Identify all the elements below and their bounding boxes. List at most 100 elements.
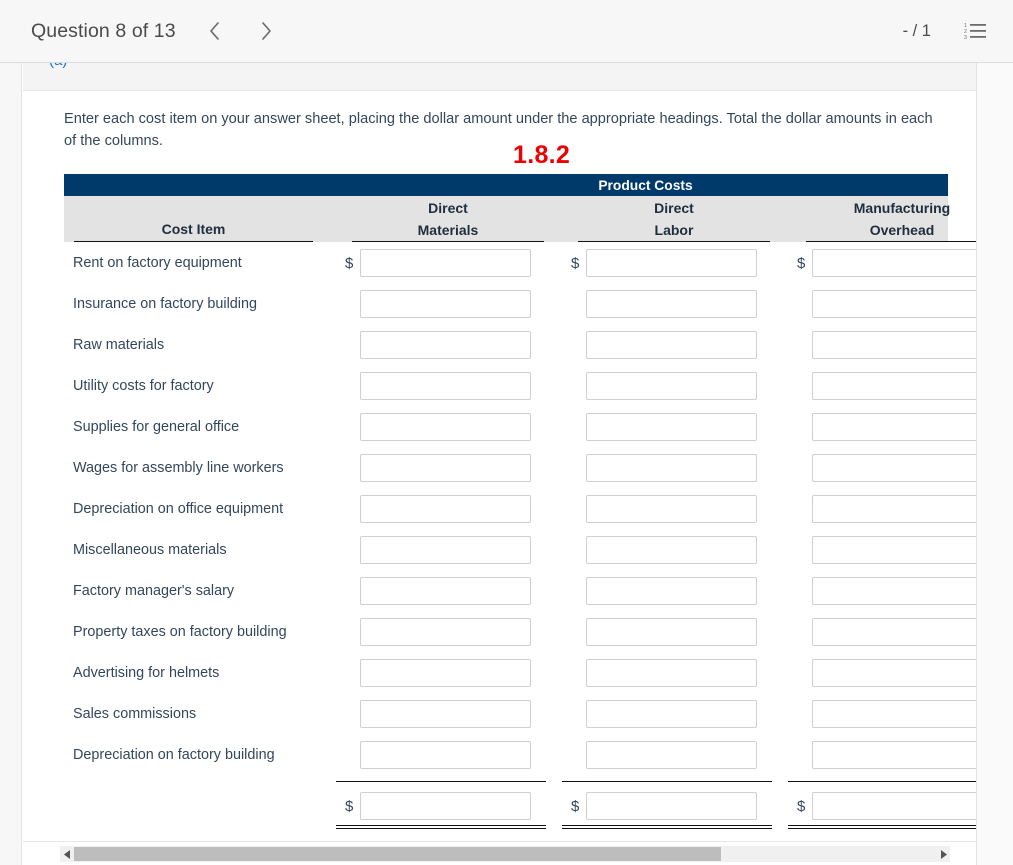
column-header-direct-materials-line1: Direct: [428, 200, 468, 216]
amount-input-manufacturing-overhead[interactable]: [812, 413, 976, 441]
svg-text:3: 3: [964, 35, 967, 41]
total-cell-direct-materials: $: [345, 792, 531, 820]
cell-direct-labor: $: [571, 495, 757, 523]
amount-input-manufacturing-overhead[interactable]: [812, 700, 976, 728]
table-row: Miscellaneous materials $ $ $: [64, 533, 976, 574]
amount-input-manufacturing-overhead[interactable]: [812, 577, 976, 605]
table-row: Factory manager's salary $ $ $: [64, 574, 976, 615]
amount-input-direct-labor[interactable]: [586, 741, 757, 769]
score-display: - / 1: [902, 21, 931, 40]
dollar-sign: $: [571, 254, 580, 272]
product-costs-banner: Product Costs: [64, 174, 948, 196]
amount-input-direct-materials[interactable]: [360, 741, 531, 769]
red-annotation-overlay: 1.8.2: [513, 141, 571, 169]
cell-direct-labor: $: [571, 618, 757, 646]
cell-direct-labor: $: [571, 536, 757, 564]
chevron-right-icon: [260, 21, 273, 41]
horizontal-scrollbar[interactable]: [60, 846, 950, 862]
amount-input-manufacturing-overhead[interactable]: [812, 331, 976, 359]
amount-input-direct-materials[interactable]: [360, 577, 531, 605]
amount-input-direct-materials[interactable]: [360, 249, 531, 277]
total-input-direct-materials[interactable]: [360, 792, 531, 820]
total-input-manufacturing-overhead[interactable]: [812, 792, 976, 820]
amount-input-direct-labor[interactable]: [586, 618, 757, 646]
table-body: Rent on factory equipment $ $ $ Insurance on…: [64, 242, 976, 779]
cell-manufacturing-overhead: $: [797, 495, 976, 523]
cell-manufacturing-overhead: $: [797, 577, 976, 605]
column-header-manufacturing-overhead-line2: Overhead: [869, 222, 935, 238]
scrollbar-thumb[interactable]: [74, 847, 721, 861]
amount-input-direct-labor[interactable]: [586, 659, 757, 687]
total-input-direct-labor[interactable]: [586, 792, 757, 820]
cell-direct-labor: $: [571, 413, 757, 441]
amount-input-direct-materials[interactable]: [360, 413, 531, 441]
amount-input-manufacturing-overhead[interactable]: [812, 249, 976, 277]
amount-input-manufacturing-overhead[interactable]: [812, 372, 976, 400]
amount-input-direct-labor[interactable]: [586, 577, 757, 605]
amount-input-direct-labor[interactable]: [586, 331, 757, 359]
amount-input-direct-materials[interactable]: [360, 454, 531, 482]
amount-input-direct-labor[interactable]: [586, 413, 757, 441]
cell-manufacturing-overhead: $: [797, 331, 976, 359]
cell-direct-materials: $: [345, 454, 531, 482]
amount-input-direct-materials[interactable]: [360, 372, 531, 400]
amount-input-manufacturing-overhead[interactable]: [812, 741, 976, 769]
amount-input-direct-materials[interactable]: [360, 290, 531, 318]
cell-direct-materials: $: [345, 659, 531, 687]
amount-input-direct-materials[interactable]: [360, 659, 531, 687]
prev-question-button[interactable]: [198, 14, 232, 48]
amount-input-direct-labor[interactable]: [586, 290, 757, 318]
amount-input-manufacturing-overhead[interactable]: [812, 659, 976, 687]
question-panel: Enter each cost item on your answer shee…: [23, 91, 976, 841]
cell-direct-labor: $: [571, 577, 757, 605]
cell-manufacturing-overhead: $: [797, 454, 976, 482]
amount-input-direct-labor[interactable]: [586, 495, 757, 523]
cell-direct-materials: $: [345, 331, 531, 359]
amount-input-manufacturing-overhead[interactable]: [812, 536, 976, 564]
amount-input-direct-materials[interactable]: [360, 495, 531, 523]
amount-input-direct-materials[interactable]: [360, 331, 531, 359]
table-row: Rent on factory equipment $ $ $: [64, 246, 976, 287]
cell-direct-materials: $: [345, 372, 531, 400]
amount-input-direct-labor[interactable]: [586, 536, 757, 564]
cell-direct-materials: $: [345, 618, 531, 646]
amount-input-manufacturing-overhead[interactable]: [812, 618, 976, 646]
amount-input-manufacturing-overhead[interactable]: [812, 290, 976, 318]
cell-manufacturing-overhead: $: [797, 290, 976, 318]
dollar-sign: $: [797, 254, 806, 272]
cost-item-label: Utility costs for factory: [73, 378, 214, 394]
amount-input-direct-labor[interactable]: [586, 372, 757, 400]
column-header-cost-item: Cost Item: [74, 218, 313, 242]
numbered-list-icon[interactable]: 1 2 3: [964, 20, 986, 42]
amount-input-manufacturing-overhead[interactable]: [812, 495, 976, 523]
panel-bottom-divider: [23, 841, 976, 842]
amount-input-direct-materials[interactable]: [360, 700, 531, 728]
cell-direct-materials: $: [345, 495, 531, 523]
amount-input-manufacturing-overhead[interactable]: [812, 454, 976, 482]
scroll-right-arrow-icon[interactable]: [936, 846, 950, 862]
amount-input-direct-labor[interactable]: [586, 249, 757, 277]
cell-direct-labor: $: [571, 659, 757, 687]
cost-item-label: Depreciation on factory building: [73, 747, 275, 763]
table-row: Property taxes on factory building $ $ $: [64, 615, 976, 656]
right-gutter: [976, 63, 1013, 865]
cell-direct-labor: $: [571, 372, 757, 400]
total-rule-manufacturing-overhead: [788, 781, 976, 782]
amount-input-direct-materials[interactable]: [360, 536, 531, 564]
next-question-button[interactable]: [250, 14, 284, 48]
scroll-left-arrow-icon[interactable]: [60, 846, 74, 862]
amount-input-direct-labor[interactable]: [586, 700, 757, 728]
cost-item-label: Rent on factory equipment: [73, 255, 242, 271]
column-header-direct-materials-line2: Materials: [417, 222, 479, 238]
table-row: Wages for assembly line workers $ $ $: [64, 451, 976, 492]
product-costs-label: Product Costs: [598, 177, 693, 193]
cell-direct-labor: $: [571, 290, 757, 318]
chevron-left-icon: [208, 21, 221, 41]
amount-input-direct-labor[interactable]: [586, 454, 757, 482]
amount-input-direct-materials[interactable]: [360, 618, 531, 646]
total-double-rule-direct-labor: [562, 825, 772, 829]
table-row: Raw materials $ $ $: [64, 328, 976, 369]
column-header-direct-labor-line1: Direct: [654, 200, 694, 216]
table-row: Depreciation on office equipment $ $ $: [64, 492, 976, 533]
scrollbar-track[interactable]: [74, 846, 936, 862]
